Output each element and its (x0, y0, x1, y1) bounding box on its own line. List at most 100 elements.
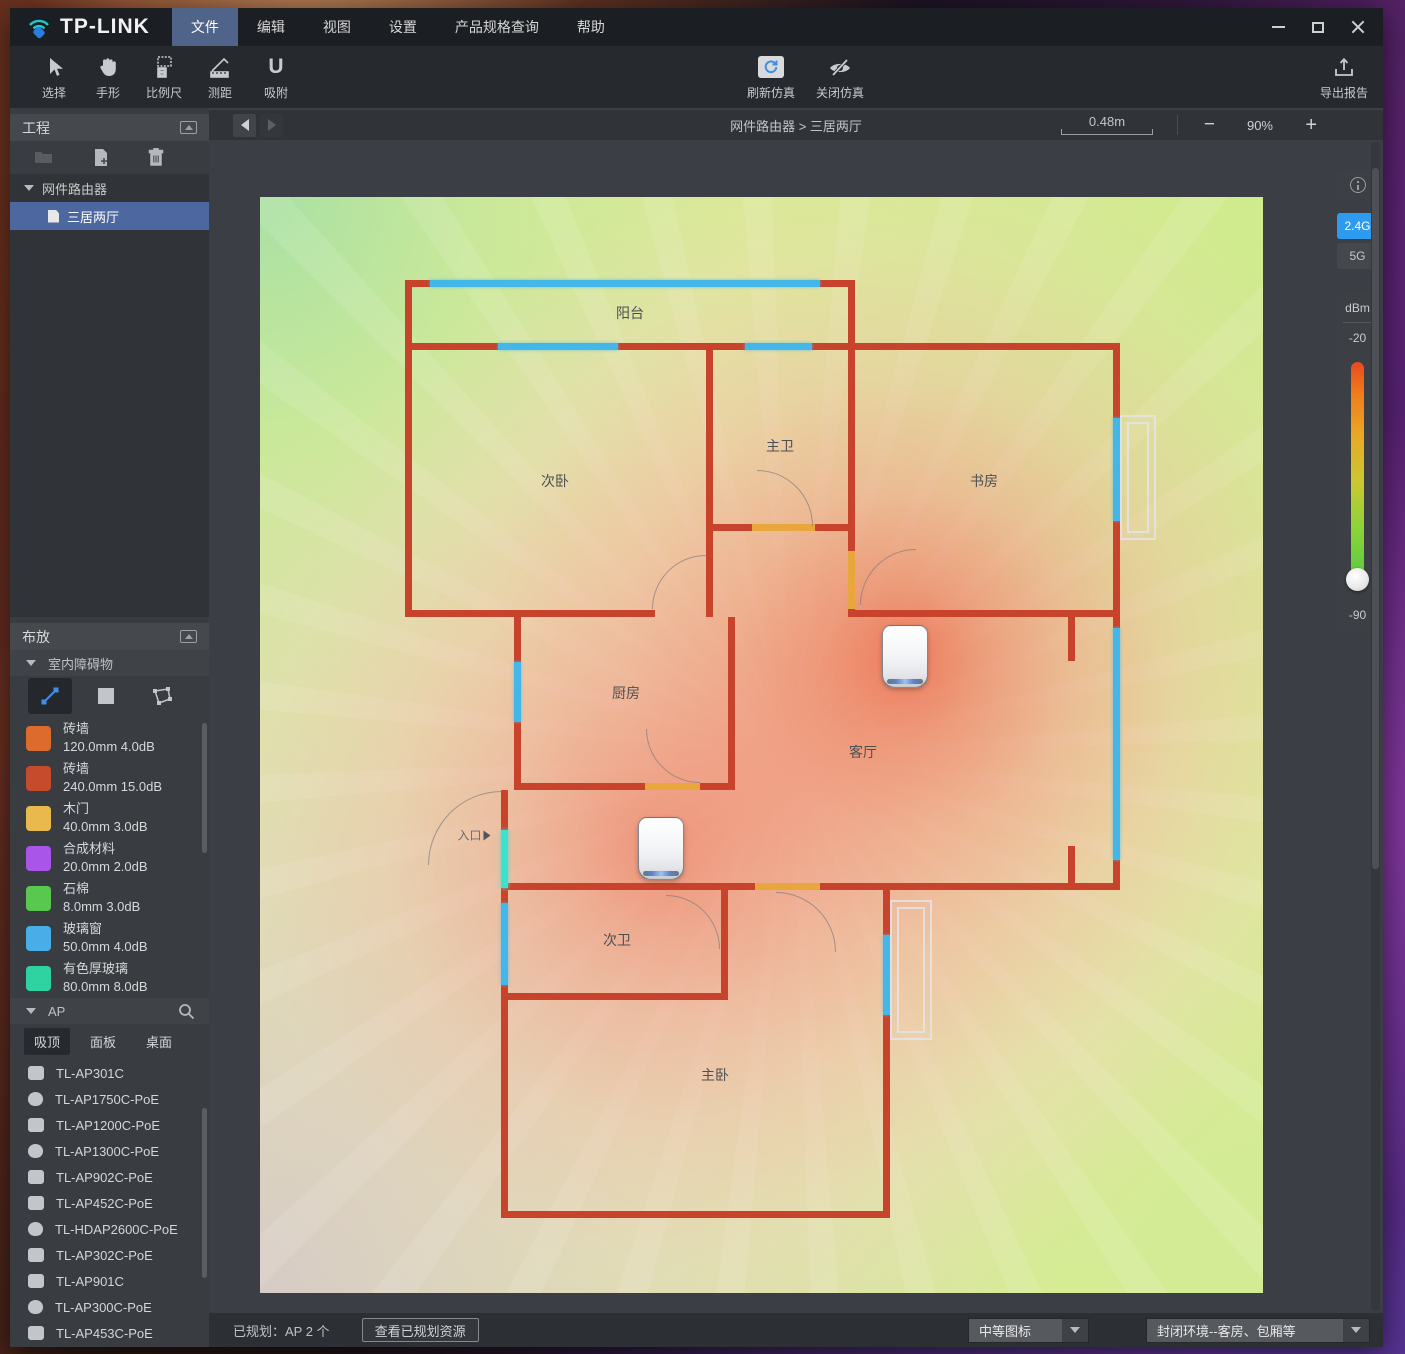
measure-icon (191, 54, 249, 80)
collapse-panel-icon[interactable] (180, 121, 197, 134)
wall (501, 993, 728, 1000)
minimize-icon (1272, 26, 1285, 28)
environment-dropdown[interactable]: 封闭环境--客房、包厢等 (1146, 1318, 1370, 1343)
material-row[interactable]: 有色厚玻璃80.0mm 8.0dB (10, 958, 209, 998)
material-row[interactable]: 合成材料20.0mm 2.0dB (10, 838, 209, 878)
rect-tool-icon (96, 686, 116, 706)
search-icon[interactable] (178, 1003, 195, 1020)
material-swatch (26, 846, 51, 871)
menu-file[interactable]: 文件 (172, 8, 238, 46)
tab-desktop[interactable]: 桌面 (136, 1028, 182, 1055)
canvas-scrollbar[interactable] (1371, 142, 1380, 1311)
polygon-tool-button[interactable] (140, 678, 184, 714)
tool-scale-ruler[interactable]: 比例尺 (135, 54, 193, 101)
wall (706, 343, 713, 617)
dbm-slider-knob[interactable] (1346, 568, 1369, 591)
ap-model-item[interactable]: TL-AP1300C-PoE (10, 1138, 209, 1164)
new-document-icon[interactable] (92, 148, 110, 167)
file-icon (48, 210, 59, 223)
window-segment (514, 662, 521, 722)
export-report-button[interactable]: 导出报告 (1313, 54, 1375, 101)
tree-node-floorplan[interactable]: 三居两厅 (10, 202, 209, 230)
menu-view[interactable]: 视图 (304, 8, 370, 46)
rect-tool-button[interactable] (84, 678, 128, 714)
ap-model-item[interactable]: TL-AP301C (10, 1060, 209, 1086)
tab-ceiling[interactable]: 吸顶 (24, 1028, 70, 1055)
menu-product-specs[interactable]: 产品规格查询 (436, 8, 558, 46)
zoom-in-button[interactable]: + (1305, 114, 1317, 137)
collapse-panel-icon[interactable] (180, 630, 197, 643)
material-row[interactable]: 石棉8.0mm 3.0dB (10, 878, 209, 918)
ap-square-icon (28, 1066, 44, 1080)
wall (1068, 617, 1075, 661)
refresh-simulation-button[interactable]: 刷新仿真 (736, 54, 806, 101)
minimize-button[interactable] (1265, 15, 1291, 39)
wall (501, 1211, 890, 1218)
material-swatch (26, 726, 51, 751)
door-segment (645, 783, 700, 790)
ap-model-item[interactable]: TL-AP901C (10, 1268, 209, 1294)
scale-indicator: 0.48m (1061, 113, 1153, 135)
eye-slash-icon (805, 54, 875, 80)
tree-node-root[interactable]: 网件路由器 (10, 174, 209, 202)
ap-model-item[interactable]: TL-AP1200C-PoE (10, 1112, 209, 1138)
menu-help[interactable]: 帮助 (558, 8, 624, 46)
menu-edit[interactable]: 编辑 (238, 8, 304, 46)
material-row[interactable]: 砖墙120.0mm 4.0dB (10, 718, 209, 758)
wall (1068, 846, 1075, 890)
material-row[interactable]: 木门40.0mm 3.0dB (10, 798, 209, 838)
delete-icon[interactable] (148, 148, 164, 166)
materials-scrollbar[interactable] (202, 723, 207, 853)
room-label-bedroom2: 次卧 (541, 471, 569, 491)
canvas-scrollbar-thumb[interactable] (1372, 168, 1379, 869)
door-segment (848, 551, 855, 609)
ap-model-item[interactable]: TL-HDAP2600C-PoE (10, 1216, 209, 1242)
room-label-master-bedroom: 主卧 (701, 1065, 729, 1085)
bay-window (1120, 415, 1156, 540)
tool-snap[interactable]: U 吸附 (247, 54, 305, 101)
material-row[interactable]: 砖墙240.0mm 15.0dB (10, 758, 209, 798)
canvas-navbar: 网件路由器 > 三居两厅 0.48m − 90% + (209, 110, 1383, 140)
ap-model-item[interactable]: TL-AP300C-PoE (10, 1294, 209, 1320)
open-folder-icon[interactable] (34, 149, 54, 165)
dbm-gradient-bar (1351, 362, 1364, 590)
room-label-living: 客厅 (849, 742, 877, 762)
window-segment (430, 280, 820, 287)
ap-model-item[interactable]: TL-AP302C-PoE (10, 1242, 209, 1268)
zoom-out-button[interactable]: − (1204, 114, 1215, 136)
view-planned-resources-button[interactable]: 查看已规划资源 (362, 1318, 479, 1342)
material-row[interactable]: 玻璃窗50.0mm 4.0dB (10, 918, 209, 958)
door-arc (757, 470, 813, 526)
ap-device-2[interactable] (638, 817, 684, 880)
ap-list-scrollbar[interactable] (202, 1108, 207, 1278)
close-button[interactable] (1345, 15, 1371, 39)
polygon-tool-icon (150, 685, 174, 707)
door-arc (776, 892, 836, 952)
maximize-button[interactable] (1305, 15, 1331, 39)
wall (514, 783, 735, 790)
tool-measure[interactable]: 测距 (191, 54, 249, 101)
tplink-logo-icon (26, 15, 52, 39)
refresh-icon (736, 54, 806, 80)
obstacles-group-row[interactable]: 室内障碍物 (10, 650, 209, 676)
ap-square-icon (28, 1118, 44, 1132)
line-tool-button[interactable] (28, 678, 72, 714)
tool-hand[interactable]: 手形 (79, 54, 137, 101)
ap-model-item[interactable]: TL-AP452C-PoE (10, 1190, 209, 1216)
ap-model-item[interactable]: TL-AP453C-PoE (10, 1320, 209, 1346)
ap-device-1[interactable] (882, 625, 928, 688)
ap-group-row[interactable]: AP (10, 998, 209, 1024)
ap-model-item[interactable]: TL-AP1750C-PoE (10, 1086, 209, 1112)
wall (721, 890, 728, 993)
menu-settings[interactable]: 设置 (370, 8, 436, 46)
icon-size-dropdown[interactable]: 中等图标 (968, 1318, 1089, 1343)
ap-model-item[interactable]: TL-AP902C-PoE (10, 1164, 209, 1190)
close-simulation-button[interactable]: 关闭仿真 (805, 54, 875, 101)
expander-icon[interactable] (24, 185, 34, 191)
tool-select[interactable]: 选择 (25, 54, 83, 101)
zoom-level: 90% (1247, 118, 1273, 133)
tab-panel[interactable]: 面板 (80, 1028, 126, 1055)
pointer-icon (25, 54, 83, 80)
ap-square-icon (28, 1248, 44, 1262)
floorplan-heatmap[interactable]: 阳台 次卧 主卫 书房 厨房 客厅 次卫 主卧 入口 (260, 197, 1263, 1293)
